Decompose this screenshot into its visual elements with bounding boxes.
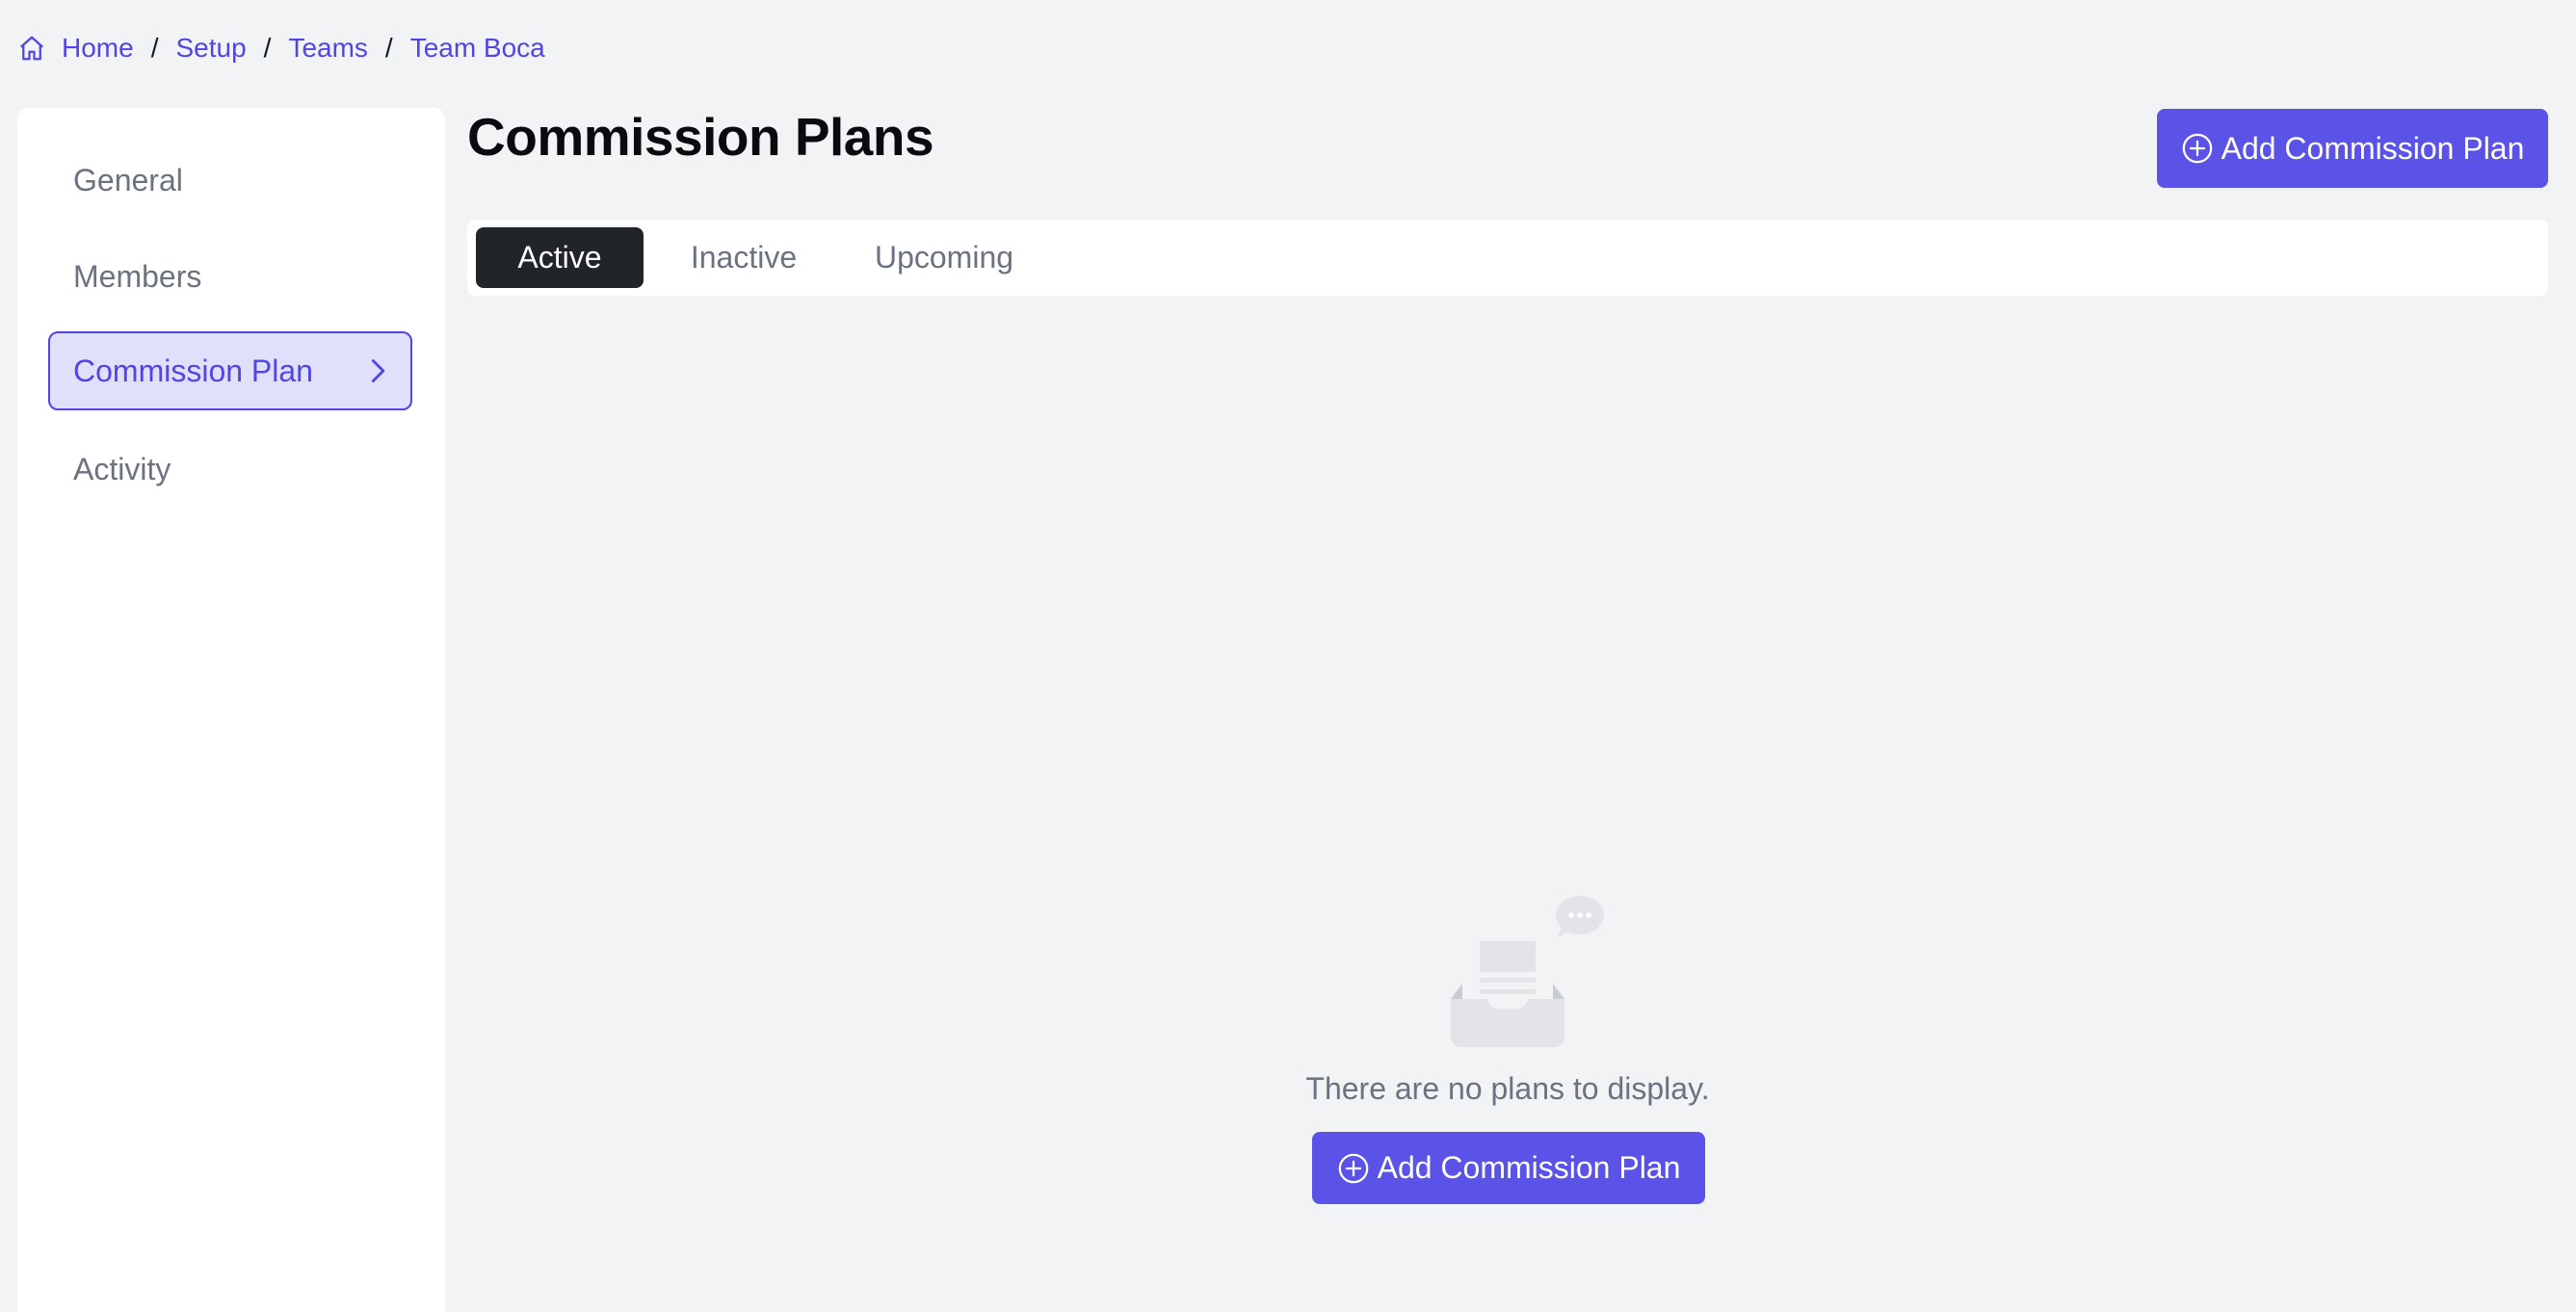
plan-status-tabs: Active Inactive Upcoming: [467, 220, 2548, 296]
tab-label: Upcoming: [874, 240, 1014, 275]
plus-circle-icon: [1337, 1152, 1370, 1185]
home-icon[interactable]: [17, 34, 46, 63]
breadcrumb-separator: /: [384, 33, 393, 63]
empty-state-message: There are no plans to display.: [1305, 1071, 1710, 1106]
sidebar-item-general[interactable]: General: [48, 141, 412, 220]
empty-inbox-icon: [1445, 891, 1609, 1055]
sidebar: General Members Commission Plan Activity: [17, 108, 445, 1312]
tab-inactive[interactable]: Inactive: [660, 227, 828, 288]
sidebar-item-label: Activity: [73, 451, 171, 486]
sidebar-item-activity[interactable]: Activity: [48, 430, 412, 509]
sidebar-item-members[interactable]: Members: [48, 237, 412, 316]
tab-label: Inactive: [690, 240, 798, 275]
add-commission-plan-label: Add Commission Plan: [1377, 1150, 1681, 1185]
breadcrumb-separator: /: [150, 33, 159, 63]
plus-circle-icon: [2181, 132, 2214, 165]
breadcrumb-setup[interactable]: Setup: [175, 33, 246, 64]
sidebar-item-label: Commission Plan: [73, 353, 313, 388]
page-title: Commission Plans: [467, 107, 934, 167]
tab-upcoming[interactable]: Upcoming: [848, 227, 1040, 288]
breadcrumb-teams[interactable]: Teams: [288, 33, 367, 64]
add-commission-plan-label: Add Commission Plan: [2221, 130, 2525, 166]
tab-label: Active: [517, 240, 602, 275]
breadcrumb-home[interactable]: Home: [62, 33, 134, 64]
sidebar-item-label: Members: [73, 258, 202, 294]
tab-active[interactable]: Active: [476, 227, 644, 288]
chevron-right-icon: [364, 357, 391, 384]
empty-state-add-commission-plan-button[interactable]: Add Commission Plan: [1312, 1132, 1705, 1204]
sidebar-item-commission-plan[interactable]: Commission Plan: [48, 331, 412, 410]
breadcrumb-team-boca[interactable]: Team Boca: [410, 33, 545, 64]
breadcrumb: Home / Setup / Teams / Team Boca: [17, 29, 545, 67]
sidebar-item-label: General: [73, 162, 183, 197]
add-commission-plan-button[interactable]: Add Commission Plan: [2157, 109, 2548, 188]
breadcrumb-separator: /: [263, 33, 272, 63]
